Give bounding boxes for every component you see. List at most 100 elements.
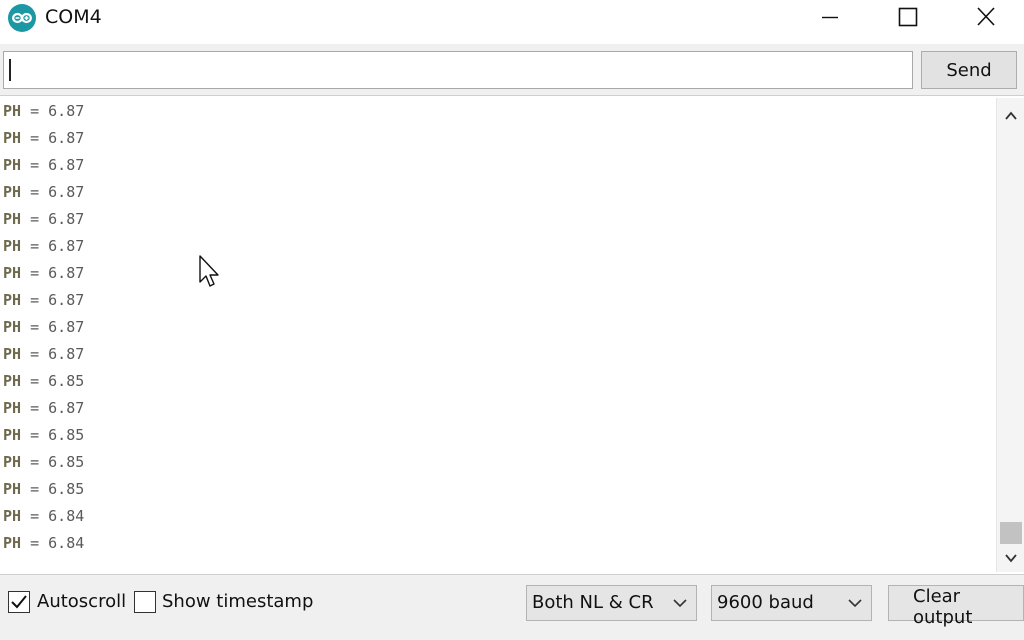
serial-line-label: PH xyxy=(3,264,22,282)
serial-line: PH = 6.87 xyxy=(3,183,84,210)
checkmark-icon xyxy=(11,595,27,609)
serial-line-value: 6.85 xyxy=(48,480,85,498)
show-timestamp-checkbox[interactable] xyxy=(134,591,156,613)
serial-line: PH = 6.84 xyxy=(3,507,84,534)
serial-line: PH = 6.87 xyxy=(3,156,84,183)
clear-output-button[interactable]: Clear output xyxy=(888,585,1024,628)
chevron-down-icon xyxy=(673,599,687,608)
serial-line-label: PH xyxy=(3,210,22,228)
serial-line-separator: = xyxy=(21,156,49,174)
serial-line-label: PH xyxy=(3,129,22,147)
serial-line-separator: = xyxy=(21,237,49,255)
serial-line-separator: = xyxy=(21,426,49,444)
serial-line-value: 6.87 xyxy=(48,210,85,228)
close-button[interactable] xyxy=(956,0,1016,34)
serial-line-value: 6.87 xyxy=(48,129,85,147)
serial-line-label: PH xyxy=(3,372,22,390)
close-icon xyxy=(977,7,995,26)
baud-rate-select[interactable]: 9600 baud xyxy=(711,585,872,621)
chevron-down-icon xyxy=(1005,554,1017,563)
serial-line-value: 6.87 xyxy=(48,264,85,282)
serial-line: PH = 6.87 xyxy=(3,210,84,237)
serial-line-separator: = xyxy=(21,210,49,228)
line-ending-select[interactable]: Both NL & CR xyxy=(526,585,697,621)
chevron-up-icon xyxy=(1005,111,1017,120)
send-button[interactable]: Send xyxy=(921,51,1017,89)
bottom-toolbar: Autoscroll Show timestamp Both NL & CR 9… xyxy=(0,574,1024,640)
serial-line-value: 6.85 xyxy=(48,372,85,390)
serial-line-separator: = xyxy=(21,534,49,552)
serial-line-value: 6.84 xyxy=(48,534,85,552)
serial-line: PH = 6.85 xyxy=(3,372,84,399)
serial-line-value: 6.85 xyxy=(48,453,85,471)
serial-line-separator: = xyxy=(21,102,49,120)
serial-line: PH = 6.87 xyxy=(3,264,84,291)
serial-line-label: PH xyxy=(3,426,22,444)
autoscroll-checkbox[interactable] xyxy=(8,591,30,613)
serial-line: PH = 6.87 xyxy=(3,318,84,345)
serial-line-value: 6.87 xyxy=(48,183,85,201)
serial-line-label: PH xyxy=(3,399,22,417)
serial-line: PH = 6.87 xyxy=(3,102,84,129)
serial-line-value: 6.87 xyxy=(48,291,85,309)
serial-line-label: PH xyxy=(3,453,22,471)
serial-line-label: PH xyxy=(3,480,22,498)
serial-line-value: 6.87 xyxy=(48,318,85,336)
serial-line-separator: = xyxy=(21,291,49,309)
serial-line: PH = 6.87 xyxy=(3,399,84,426)
serial-line-separator: = xyxy=(21,129,49,147)
vertical-scrollbar[interactable] xyxy=(996,98,1024,572)
title-bar: COM4 xyxy=(0,0,1024,36)
serial-line: PH = 6.87 xyxy=(3,237,84,264)
serial-line-value: 6.87 xyxy=(48,102,85,120)
serial-line-label: PH xyxy=(3,345,22,363)
serial-line-separator: = xyxy=(21,372,49,390)
serial-line-label: PH xyxy=(3,534,22,552)
serial-line-value: 6.87 xyxy=(48,237,85,255)
serial-line: PH = 6.87 xyxy=(3,129,84,156)
serial-line: PH = 6.87 xyxy=(3,291,84,318)
mouse-pointer-icon xyxy=(199,255,219,287)
send-toolbar: Send xyxy=(0,44,1024,96)
line-ending-value: Both NL & CR xyxy=(532,592,654,613)
arduino-logo-icon xyxy=(8,4,36,32)
serial-line: PH = 6.85 xyxy=(3,426,84,453)
serial-line-separator: = xyxy=(21,480,49,498)
serial-line: PH = 6.85 xyxy=(3,480,84,507)
serial-line-separator: = xyxy=(21,264,49,282)
scroll-down-button[interactable] xyxy=(997,546,1024,572)
serial-send-input[interactable] xyxy=(3,51,913,89)
serial-line-separator: = xyxy=(21,399,49,417)
serial-output[interactable]: PH = 6.87 PH = 6.87 PH = 6.87 PH = 6.87 PH =… xyxy=(0,98,996,572)
serial-line-separator: = xyxy=(21,318,49,336)
serial-line-label: PH xyxy=(3,507,22,525)
serial-line-label: PH xyxy=(3,183,22,201)
serial-line-value: 6.85 xyxy=(48,426,85,444)
serial-line-label: PH xyxy=(3,291,22,309)
serial-line: PH = 6.85 xyxy=(3,453,84,480)
maximize-icon xyxy=(898,7,918,27)
serial-line-separator: = xyxy=(21,507,49,525)
serial-line: PH = 6.87 xyxy=(3,345,84,372)
autoscroll-label: Autoscroll xyxy=(37,591,127,612)
serial-line-value: 6.87 xyxy=(48,345,85,363)
serial-line-label: PH xyxy=(3,237,22,255)
show-timestamp-label: Show timestamp xyxy=(162,591,314,612)
serial-line-separator: = xyxy=(21,345,49,363)
serial-line-label: PH xyxy=(3,318,22,336)
text-caret xyxy=(9,59,11,81)
maximize-button[interactable] xyxy=(878,0,938,34)
serial-line-value: 6.87 xyxy=(48,156,85,174)
minimize-icon xyxy=(822,16,838,19)
minimize-button[interactable] xyxy=(800,0,860,34)
serial-line-label: PH xyxy=(3,156,22,174)
serial-line-separator: = xyxy=(21,453,49,471)
scroll-up-button[interactable] xyxy=(997,102,1024,128)
serial-line-value: 6.87 xyxy=(48,399,85,417)
chevron-down-icon xyxy=(848,599,862,608)
scroll-thumb[interactable] xyxy=(1000,522,1022,544)
baud-rate-value: 9600 baud xyxy=(717,592,814,613)
serial-line-value: 6.84 xyxy=(48,507,85,525)
window-title: COM4 xyxy=(45,6,102,28)
serial-line-label: PH xyxy=(3,102,22,120)
